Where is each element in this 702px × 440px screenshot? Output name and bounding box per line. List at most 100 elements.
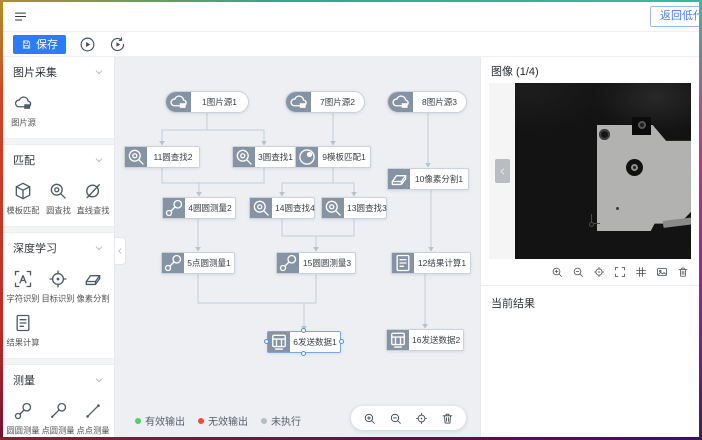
part-top-fixture (632, 117, 651, 135)
sidebar-item[interactable]: 目标识别 (41, 263, 76, 307)
measure-icon (13, 401, 33, 421)
part-center-hole (626, 159, 643, 176)
flow-node-8[interactable]: 8图片源3 (387, 91, 467, 113)
flow-node-13[interactable]: 13圆查找3 (321, 197, 387, 219)
save-button[interactable]: 保存 (13, 35, 66, 54)
image-toolbar (491, 266, 689, 278)
flow-node-5[interactable]: 5点圆测量1 (161, 252, 235, 274)
sidebar-section-items: 图片源 (3, 82, 114, 138)
measure-pp-icon (83, 401, 103, 421)
status-legend: 有效输出无效输出未执行 (135, 413, 301, 428)
flow-node-11[interactable]: 11圆查找2 (124, 146, 200, 168)
node-port-top[interactable] (301, 328, 306, 333)
run-continuous-button[interactable] (109, 36, 126, 53)
sidebar-item[interactable]: 直线查找 (76, 175, 111, 219)
image-viewer (489, 83, 691, 259)
sidebar-item-label: 图片源 (11, 117, 36, 129)
flow-node-15[interactable]: 15圆圆测量3 (276, 252, 356, 274)
flow-node-10[interactable]: 10像素分割1 (387, 168, 469, 190)
sidebar-item[interactable]: 圆圆测量 (6, 395, 41, 437)
locate-button[interactable] (593, 266, 605, 278)
target-icon (48, 269, 68, 289)
app-root: 返回低代码 保存 图片采集图片源匹配模板匹配圆查找直线查找深度学习字符识别目标识… (3, 2, 699, 437)
ocr-icon (13, 269, 33, 289)
flow-node-14[interactable]: 14圆查找4 (249, 197, 315, 219)
flow-node-label: 11圆查找2 (147, 147, 199, 167)
sidebar-item[interactable]: 模板匹配 (6, 175, 41, 219)
cloud-image-icon (13, 93, 33, 113)
grid-button[interactable] (635, 266, 647, 278)
flow-node-label: 8图片源3 (413, 92, 466, 112)
sidebar-item[interactable]: 图片源 (6, 87, 41, 131)
node-port-right[interactable] (339, 339, 344, 344)
node-port-bottom[interactable] (301, 351, 306, 356)
sidebar-collapse-tab[interactable] (115, 237, 126, 265)
sidebar-section-header-2[interactable]: 深度学习 (3, 233, 114, 258)
flow-canvas[interactable]: 有效输出无效输出未执行 1图片源1 7图片源2 8图片源3 11圆查找2 3圆查找1 9模… (115, 57, 480, 437)
toolbar: 保存 (3, 32, 699, 57)
zoom-in-button[interactable] (551, 266, 563, 278)
flow-edges (115, 57, 480, 437)
run-button[interactable] (79, 36, 96, 53)
save-button-label: 保存 (36, 36, 58, 52)
part-corner-hole (589, 222, 594, 227)
chevron-down-icon (94, 67, 104, 77)
measure-pc-icon (48, 401, 68, 421)
delete-button[interactable] (441, 412, 454, 425)
zoom-out-button[interactable] (572, 266, 584, 278)
flow-node-label: 9模板匹配1 (318, 147, 370, 167)
flow-node-6[interactable]: 6发送数据1 (267, 331, 341, 353)
sidebar-section-header-3[interactable]: 测量 (3, 365, 114, 390)
fullscreen-button[interactable] (614, 266, 626, 278)
save-icon (21, 39, 32, 50)
export-image-button[interactable] (656, 266, 668, 278)
inspected-part (597, 125, 691, 231)
menu-icon[interactable] (13, 9, 28, 24)
sidebar-item-label: 字符识别 (7, 293, 40, 305)
node-port-left[interactable] (264, 339, 269, 344)
flow-node-label: 7图片源2 (311, 92, 364, 112)
flow-node-12[interactable]: 12结果计算1 (391, 252, 471, 274)
sidebar-section-title: 图片采集 (13, 64, 57, 80)
app-header-bar: 返回低代码 (3, 2, 699, 32)
sidebar-item-label: 结果计算 (7, 337, 40, 349)
sidebar-item[interactable]: 字符识别 (6, 263, 41, 307)
flow-node-3[interactable]: 3圆查找1 (232, 146, 296, 168)
sidebar-item-label: 圆圆测量 (7, 425, 40, 437)
measure-icon (277, 253, 299, 273)
sidebar-item-label: 点圆测量 (42, 425, 75, 437)
sidebar-section-header-1[interactable]: 匹配 (3, 145, 114, 170)
sidebar-item[interactable]: 像素分割 (76, 263, 111, 307)
sidebar-item[interactable]: 结果计算 (6, 307, 41, 351)
back-to-lowcode-button[interactable]: 返回低代码 (650, 6, 699, 27)
sidebar-section-title: 匹配 (13, 152, 35, 168)
flow-node-4[interactable]: 4圆圆测量2 (162, 197, 236, 219)
measure-icon (162, 253, 184, 273)
sidebar-item[interactable]: 点点测量 (76, 395, 111, 437)
sidebar-section-items: 字符识别目标识别像素分割结果计算 (3, 258, 114, 358)
locate-button[interactable] (415, 412, 428, 425)
circle-search-icon (48, 181, 68, 201)
zoom-in-button[interactable] (363, 412, 376, 425)
flow-node-16[interactable]: 16发送数据2 (386, 329, 464, 351)
section-divider (3, 358, 114, 365)
zoom-out-button[interactable] (389, 412, 402, 425)
previous-image-button[interactable] (495, 159, 510, 183)
current-result-title: 当前结果 (481, 286, 699, 320)
flow-node-1[interactable]: 1图片源1 (165, 91, 249, 113)
camera-image (515, 83, 691, 259)
chevron-down-icon (94, 375, 104, 385)
sidebar-item-label: 模板匹配 (7, 205, 40, 217)
circle-search-icon (125, 147, 147, 167)
sidebar-section-title: 测量 (13, 372, 35, 388)
legend-dot (198, 418, 204, 424)
flow-node-9[interactable]: 9模板匹配1 (295, 146, 371, 168)
circle-search-icon (250, 198, 272, 218)
legend-dot (135, 418, 141, 424)
flow-node-7[interactable]: 7图片源2 (285, 91, 365, 113)
sidebar-item[interactable]: 点圆测量 (41, 395, 76, 437)
cloud-image-icon (166, 92, 191, 112)
delete-button[interactable] (677, 266, 689, 278)
sidebar-item[interactable]: 圆查找 (41, 175, 76, 219)
sidebar-section-header-0[interactable]: 图片采集 (3, 57, 114, 82)
